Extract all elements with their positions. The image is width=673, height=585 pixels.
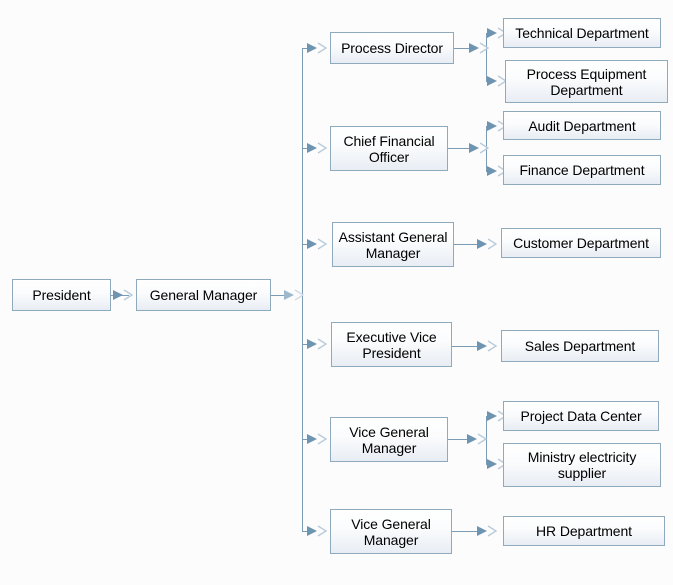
node-finance-department[interactable]: Finance Department: [503, 155, 661, 185]
node-audit-department[interactable]: Audit Department: [503, 111, 661, 140]
node-project-data-center[interactable]: Project Data Center: [503, 401, 659, 431]
arrow-gm-to-trunk-icon: [284, 289, 305, 301]
arrow-to-hr-dept-icon: [477, 525, 498, 537]
node-assistant-general-manager[interactable]: Assistant General Manager: [332, 222, 454, 267]
node-president[interactable]: President: [12, 279, 111, 311]
org-chart: President General Manager Process Direct…: [0, 0, 673, 585]
arrow-vgm-1-out-icon: [467, 433, 488, 445]
arrow-trunk-to-assistant-gm-icon: [307, 238, 328, 250]
node-vice-general-manager-1[interactable]: Vice General Manager: [330, 417, 448, 462]
node-process-director[interactable]: Process Director: [330, 32, 454, 64]
node-vice-general-manager-2[interactable]: Vice General Manager: [330, 509, 452, 554]
arrow-trunk-to-cfo-icon: [307, 142, 328, 154]
node-customer-department[interactable]: Customer Department: [501, 228, 661, 258]
arrow-trunk-to-process-director-icon: [307, 42, 328, 54]
node-sales-department[interactable]: Sales Department: [501, 330, 659, 362]
arrow-to-sales-dept-icon: [477, 340, 498, 352]
node-technical-department[interactable]: Technical Department: [503, 18, 661, 48]
node-chief-financial-officer[interactable]: Chief Financial Officer: [330, 126, 448, 171]
arrow-process-director-out-icon: [469, 42, 490, 54]
node-process-equipment-department[interactable]: Process Equipment Department: [505, 60, 668, 103]
connector-vgm-2-to-hr-dept: [452, 531, 478, 532]
arrow-trunk-to-vgm-1-icon: [307, 433, 328, 445]
node-ministry-electricity-supplier[interactable]: Ministry electricity supplier: [503, 443, 661, 487]
arrow-trunk-to-evp-icon: [307, 338, 328, 350]
connector-evp-to-sales-dept: [452, 346, 478, 347]
arrow-to-customer-dept-icon: [477, 238, 498, 250]
arrow-trunk-to-vgm-2-icon: [307, 525, 328, 537]
connector-assistant-gm-to-customer-dept: [454, 244, 478, 245]
node-hr-department[interactable]: HR Department: [503, 516, 665, 546]
node-general-manager[interactable]: General Manager: [136, 279, 271, 311]
arrow-president-to-gm-icon: [113, 289, 134, 301]
node-executive-vice-president[interactable]: Executive Vice President: [331, 322, 452, 367]
arrow-cfo-out-icon: [469, 142, 490, 154]
